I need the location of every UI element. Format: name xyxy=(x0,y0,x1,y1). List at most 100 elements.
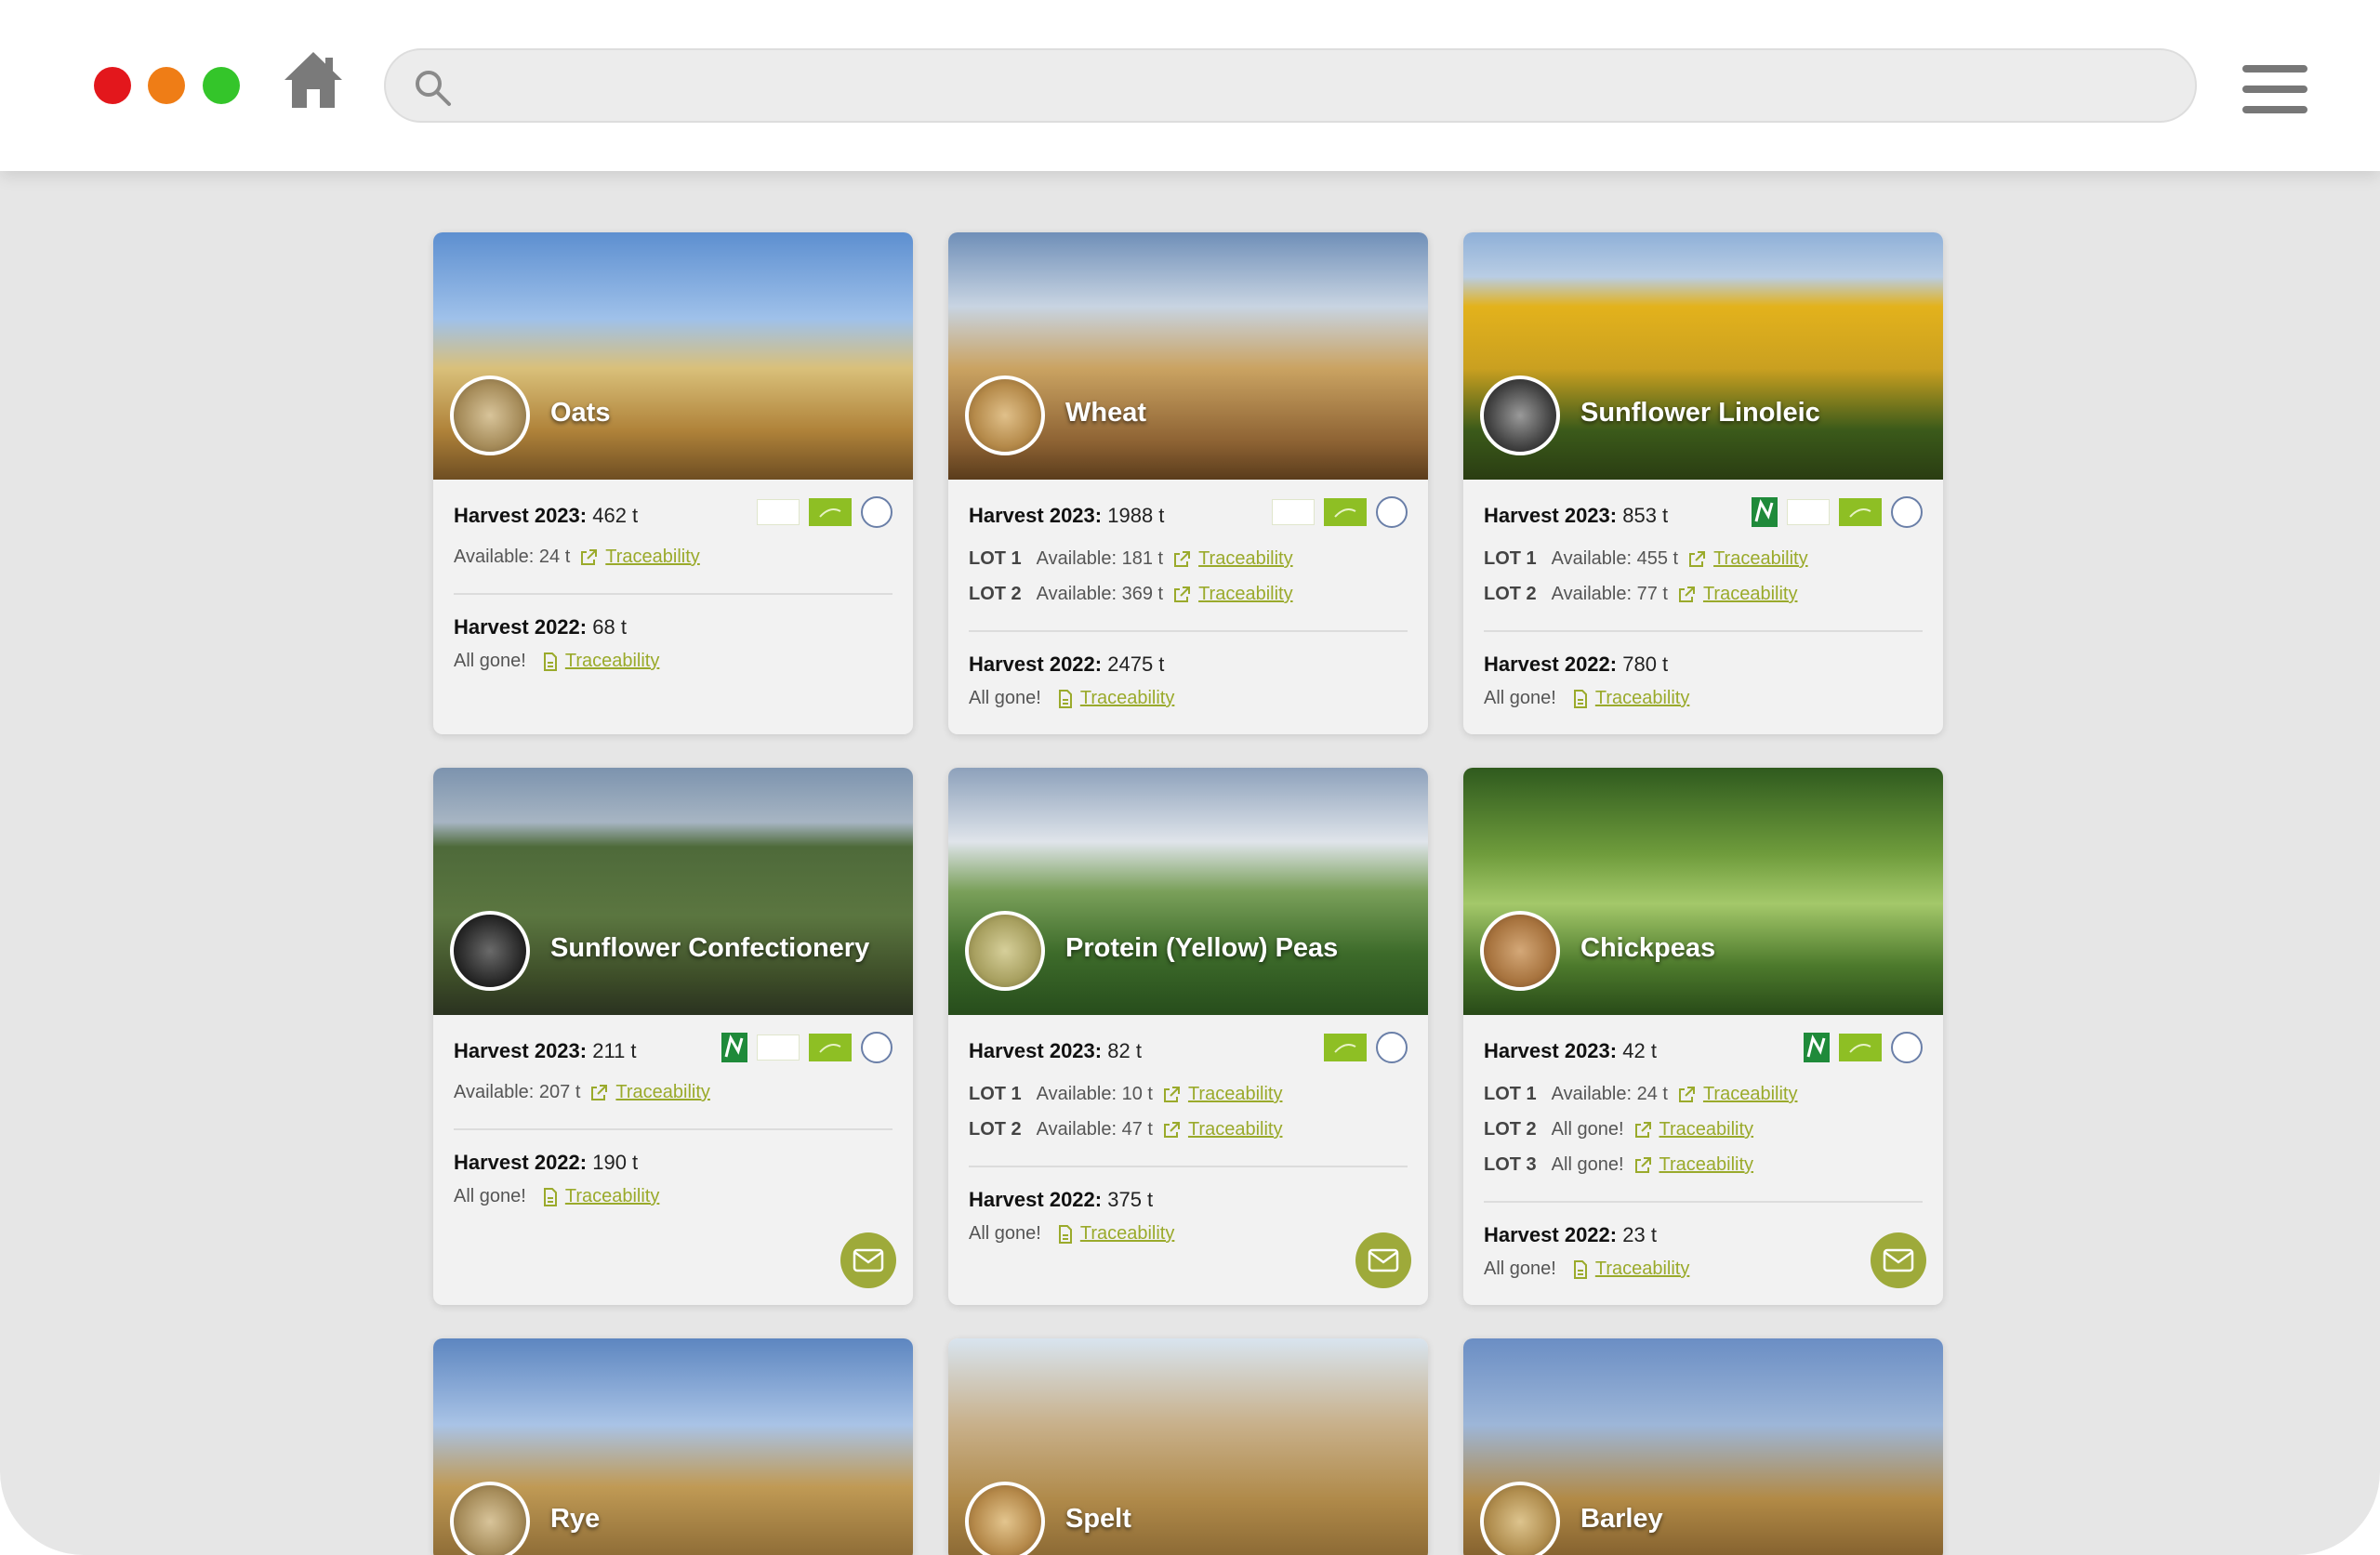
traceability-link[interactable]: Traceability xyxy=(1633,1119,1753,1140)
status-text: All gone! xyxy=(969,1223,1041,1244)
harvest-2023-line: Harvest 2023: 462 t xyxy=(454,504,639,527)
lot-row: LOT 3 All gone! Traceability xyxy=(1484,1154,1753,1176)
seal-badge-icon xyxy=(861,1032,892,1063)
contact-mail-button[interactable] xyxy=(1355,1232,1411,1288)
seal-badge-icon xyxy=(1376,1032,1408,1063)
mail-icon xyxy=(853,1248,884,1272)
divider xyxy=(1484,630,1923,632)
product-image[interactable]: Wheat xyxy=(948,232,1428,480)
traceability-link[interactable]: Traceability xyxy=(589,1082,710,1103)
harvest-2022-line: Harvest 2022: 375 t xyxy=(969,1188,1154,1211)
harvest-2023-line: Harvest 2023: 1988 t xyxy=(969,504,1165,527)
product-card[interactable]: Sunflower Confectionery Harvest 2023: 211… xyxy=(433,768,913,1305)
product-image[interactable]: Oats xyxy=(433,232,913,480)
availability-text: Available: 24 t xyxy=(1551,1084,1668,1104)
traceability-link[interactable]: Traceability xyxy=(1172,584,1293,605)
traceability-document-link[interactable]: Traceability xyxy=(543,651,659,672)
availability-text: All gone! xyxy=(1551,1154,1624,1175)
crop-thumbnail xyxy=(450,911,530,991)
lot-row: LOT 2 Available: 47 t Traceability xyxy=(969,1119,1282,1140)
product-card[interactable]: Spelt xyxy=(948,1338,1428,1555)
lot-row: LOT 2 Available: 369 t Traceability xyxy=(969,584,1293,605)
harvest-2022-line: Harvest 2022: 780 t xyxy=(1484,652,1669,676)
product-image[interactable]: Protein (Yellow) Peas xyxy=(948,768,1428,1015)
eu-organic-badge-icon xyxy=(1324,1034,1367,1061)
contact-mail-button[interactable] xyxy=(1871,1232,1926,1288)
traceability-document-link[interactable]: Traceability xyxy=(1573,1258,1689,1280)
lot-row: LOT 1 Available: 10 t Traceability xyxy=(969,1084,1282,1105)
traceability-link[interactable]: Traceability xyxy=(579,547,700,568)
hamburger-menu-icon[interactable] xyxy=(2242,65,2307,113)
product-card[interactable]: Chickpeas Harvest 2023: 42 t LOT 1 Availabl… xyxy=(1463,768,1943,1305)
lot-row: LOT 1 Available: 455 t Traceability xyxy=(1484,548,1808,570)
product-image[interactable]: Spelt xyxy=(948,1338,1428,1555)
eu-organic-badge-icon xyxy=(1324,498,1367,526)
product-card[interactable]: Oats Harvest 2023: 462 t Available: 24 t Tr… xyxy=(433,232,913,734)
product-name: Protein (Yellow) Peas xyxy=(1065,933,1339,963)
product-name: Rye xyxy=(550,1504,601,1534)
harvest-2022-line: Harvest 2022: 23 t xyxy=(1484,1223,1657,1246)
bio-organic-badge-icon xyxy=(757,499,800,525)
naturland-badge-icon xyxy=(721,1033,747,1062)
traceability-link[interactable]: Traceability xyxy=(1687,548,1808,570)
product-card[interactable]: Wheat Harvest 2023: 1988 t LOT 1 Available:… xyxy=(948,232,1428,734)
crop-thumbnail xyxy=(1480,376,1560,455)
close-window-button[interactable] xyxy=(94,67,131,104)
traceability-document-link[interactable]: Traceability xyxy=(1058,1223,1174,1245)
availability-text: Available: 77 t xyxy=(1551,584,1668,604)
traceability-document-link[interactable]: Traceability xyxy=(1573,688,1689,709)
product-image[interactable]: Barley xyxy=(1463,1338,1943,1555)
search-input[interactable] xyxy=(469,50,2165,123)
product-image[interactable]: Rye xyxy=(433,1338,913,1555)
traceability-link[interactable]: Traceability xyxy=(1162,1119,1282,1140)
harvest-2022-status: All gone! Traceability xyxy=(969,1223,1174,1245)
product-card[interactable]: Sunflower Linoleic Harvest 2023: 853 t LOT… xyxy=(1463,232,1943,734)
harvest-2023-line: Harvest 2023: 211 t xyxy=(454,1039,637,1062)
harvest-2022-line: Harvest 2022: 68 t xyxy=(454,615,627,639)
product-card[interactable]: Rye xyxy=(433,1338,913,1555)
seal-badge-icon xyxy=(1376,496,1408,528)
status-text: All gone! xyxy=(454,651,526,671)
contact-mail-button[interactable] xyxy=(840,1232,896,1288)
product-name: Barley xyxy=(1580,1504,1663,1534)
eu-organic-badge-icon xyxy=(1839,498,1882,526)
maximize-window-button[interactable] xyxy=(203,67,240,104)
availability-text: Available: 455 t xyxy=(1551,548,1679,569)
divider xyxy=(454,593,892,595)
lot-row: LOT 1 Available: 24 t Traceability xyxy=(1484,1084,1797,1105)
product-name: Wheat xyxy=(1065,398,1146,428)
harvest-2023-line: Harvest 2023: 42 t xyxy=(1484,1039,1657,1062)
mail-icon xyxy=(1368,1248,1399,1272)
product-card[interactable]: Protein (Yellow) Peas Harvest 2023: 82 t L… xyxy=(948,768,1428,1305)
certification-badges xyxy=(1804,1032,1923,1063)
harvest-2022-status: All gone! Traceability xyxy=(454,1186,659,1207)
traceability-link[interactable]: Traceability xyxy=(1677,1084,1797,1105)
mail-icon xyxy=(1883,1248,1914,1272)
lot-label: LOT 1 xyxy=(1484,548,1537,569)
traceability-link[interactable]: Traceability xyxy=(1162,1084,1282,1105)
eu-organic-badge-icon xyxy=(1839,1034,1882,1061)
product-name: Sunflower Linoleic xyxy=(1580,398,1820,428)
bio-organic-badge-icon xyxy=(1787,499,1830,525)
certification-badges xyxy=(1272,496,1408,528)
product-card[interactable]: Barley xyxy=(1463,1338,1943,1555)
traceability-document-link[interactable]: Traceability xyxy=(543,1186,659,1207)
product-image[interactable]: Sunflower Linoleic xyxy=(1463,232,1943,480)
traceability-link[interactable]: Traceability xyxy=(1172,548,1293,570)
search-bar[interactable] xyxy=(384,48,2197,123)
product-image[interactable]: Chickpeas xyxy=(1463,768,1943,1015)
lot-label: LOT 1 xyxy=(1484,1084,1537,1104)
traceability-link[interactable]: Traceability xyxy=(1633,1154,1753,1176)
availability-text: Available: 369 t xyxy=(1036,584,1164,604)
status-text: All gone! xyxy=(969,688,1041,708)
crop-thumbnail xyxy=(965,1482,1045,1555)
product-image[interactable]: Sunflower Confectionery xyxy=(433,768,913,1015)
availability-text: Available: 10 t xyxy=(1036,1084,1153,1104)
traceability-link[interactable]: Traceability xyxy=(1677,584,1797,605)
availability-text: Available: 181 t xyxy=(1036,548,1164,569)
traceability-document-link[interactable]: Traceability xyxy=(1058,688,1174,709)
home-icon[interactable] xyxy=(283,50,344,110)
crop-thumbnail xyxy=(1480,911,1560,991)
minimize-window-button[interactable] xyxy=(148,67,185,104)
bio-organic-badge-icon xyxy=(1272,499,1315,525)
